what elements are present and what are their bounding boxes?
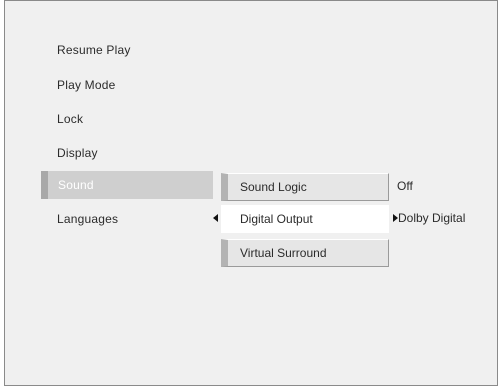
sound-logic-value: Off [397, 179, 413, 193]
digital-output-value: Dolby Digital [398, 211, 466, 225]
menu-item-lock[interactable]: Lock [57, 112, 83, 126]
menu-item-languages[interactable]: Languages [57, 212, 118, 226]
menu-item-display[interactable]: Display [57, 146, 98, 160]
menu-item-resume-play[interactable]: Resume Play [57, 43, 131, 57]
submenu-item-sound-logic[interactable]: Sound Logic [221, 173, 389, 201]
submenu-item-virtual-surround[interactable]: Virtual Surround [221, 239, 389, 267]
caret-left-icon[interactable] [213, 214, 218, 222]
menu-item-sound[interactable]: Sound [41, 171, 213, 199]
submenu-item-digital-output[interactable]: Digital Output [221, 205, 389, 233]
dvd-setup-screen: Resume Play Play Mode Lock Display Sound… [4, 0, 498, 386]
menu-item-play-mode[interactable]: Play Mode [57, 78, 116, 92]
